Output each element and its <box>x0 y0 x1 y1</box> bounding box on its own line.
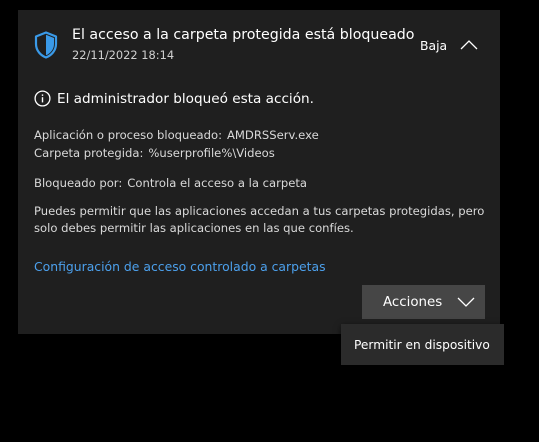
blocked-app-label: Aplicación o proceso bloqueado: <box>34 128 222 142</box>
blocked-app-row: Aplicación o proceso bloqueado: AMDRSServ… <box>34 128 319 142</box>
info-icon <box>34 90 51 107</box>
chevron-up-icon <box>460 40 478 50</box>
settings-link[interactable]: Configuración de acceso controlado a car… <box>34 259 326 274</box>
actions-dropdown-menu: Permitir en dispositivo <box>341 324 504 365</box>
shield-icon <box>34 31 58 59</box>
notification-toast: El acceso a la carpeta protegida está bl… <box>18 10 500 334</box>
chevron-down-icon <box>457 297 475 307</box>
notification-title: El acceso a la carpeta protegida está bl… <box>72 27 415 43</box>
actions-label: Acciones <box>383 294 443 310</box>
blocked-by-value: Controla el acceso a la carpeta <box>127 176 308 190</box>
notification-timestamp: 22/11/2022 18:14 <box>72 48 175 62</box>
collapse-button[interactable]: Baja <box>420 34 478 56</box>
actions-button[interactable]: Acciones <box>362 285 485 319</box>
menu-item-allow-on-device[interactable]: Permitir en dispositivo <box>354 338 490 352</box>
info-message: El administrador bloqueó esta acción. <box>34 90 314 107</box>
blocked-by-label: Bloqueado por: <box>34 176 123 190</box>
blocked-by-row: Bloqueado por: Controla el acceso a la ca… <box>34 176 307 190</box>
protected-folder-row: Carpeta protegida: %userprofile%\Videos <box>34 146 275 160</box>
blocked-app-value: AMDRSServ.exe <box>226 128 319 142</box>
protected-folder-value: %userprofile%\Videos <box>148 146 275 160</box>
protected-folder-label: Carpeta protegida: <box>34 146 144 160</box>
description-text: Puedes permitir que las aplicaciones acc… <box>34 204 485 235</box>
info-text: El administrador bloqueó esta acción. <box>57 90 314 107</box>
collapse-label: Baja <box>420 37 448 53</box>
